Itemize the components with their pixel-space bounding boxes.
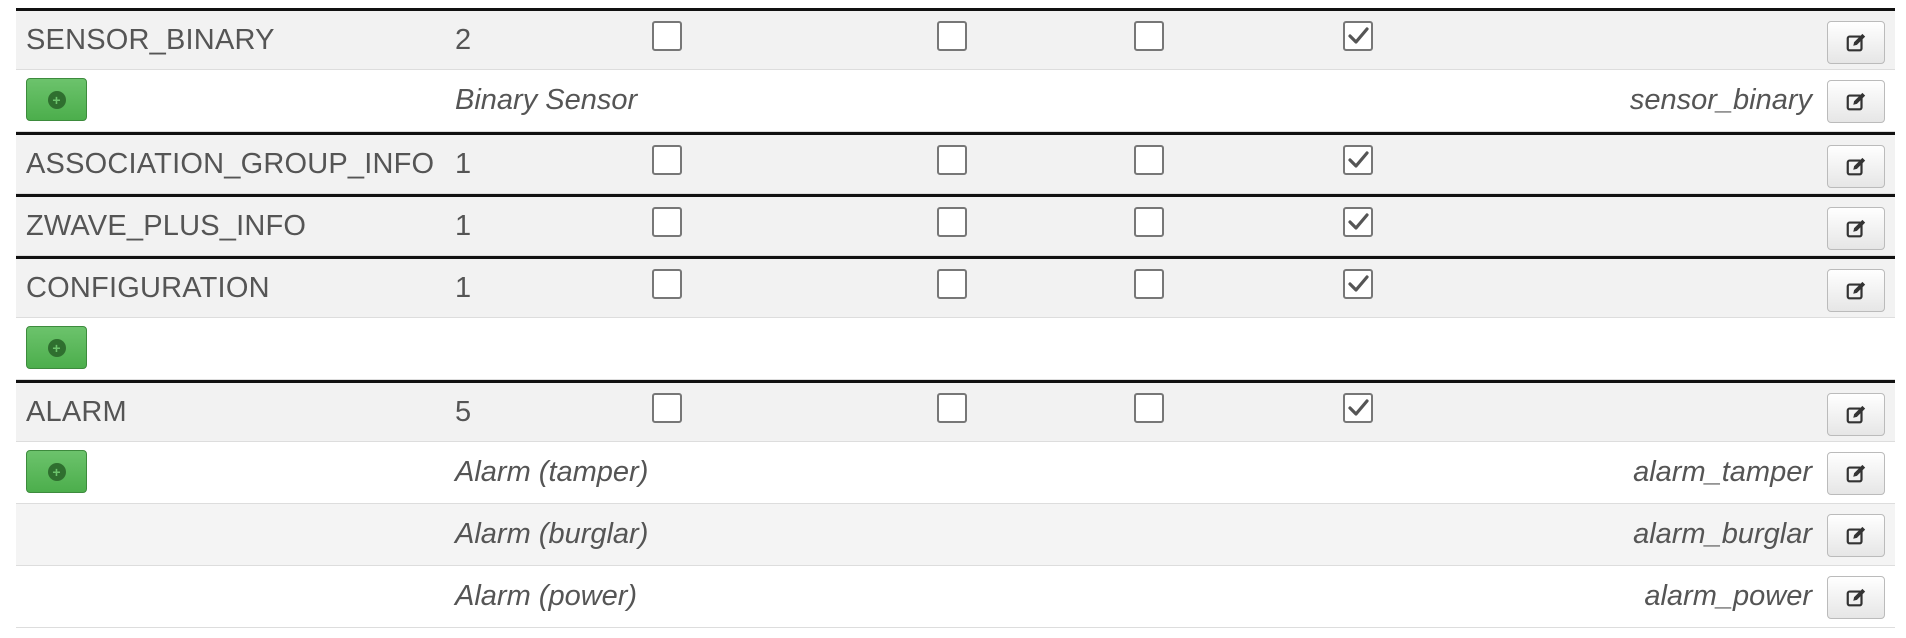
channel-id: alarm_power	[1644, 580, 1812, 612]
edit-icon	[1846, 588, 1866, 606]
option-checkbox-2[interactable]	[937, 145, 967, 175]
edit-class-button[interactable]	[1827, 393, 1885, 436]
option-checkbox-1[interactable]	[652, 21, 682, 51]
edit-class-button[interactable]	[1827, 21, 1885, 64]
command-class-version: 5	[455, 395, 472, 428]
option-checkbox-4[interactable]	[1343, 207, 1373, 237]
edit-class-button[interactable]	[1827, 207, 1885, 250]
command-class-version: 2	[455, 23, 472, 56]
command-class-name: ASSOCIATION_GROUP_INFO	[26, 147, 435, 180]
option-checkbox-4[interactable]	[1343, 145, 1373, 175]
channel-label: Alarm (power)	[455, 580, 638, 612]
command-class-version: 1	[455, 271, 472, 304]
channel-row: Alarm (burglar) alarm_burglar	[16, 504, 1895, 566]
channel-label: Alarm (tamper)	[455, 456, 649, 488]
edit-icon	[1846, 281, 1866, 299]
add-icon: +	[47, 462, 66, 481]
edit-class-button[interactable]	[1827, 269, 1885, 312]
channel-id: sensor_binary	[1629, 84, 1812, 116]
command-class-table: SENSOR_BINARY 2 + Binary Sensor sensor_binar…	[16, 8, 1895, 628]
option-checkbox-4[interactable]	[1343, 21, 1373, 51]
option-checkbox-3[interactable]	[1134, 21, 1164, 51]
edit-icon	[1846, 526, 1866, 544]
add-channel-button[interactable]: +	[26, 450, 87, 493]
option-checkbox-3[interactable]	[1134, 269, 1164, 299]
check-icon	[1348, 399, 1369, 416]
command-class-row: CONFIGURATION 1	[16, 256, 1895, 318]
check-icon	[1348, 151, 1369, 168]
channel-label: Alarm (burglar)	[455, 518, 649, 550]
command-class-name: ALARM	[26, 395, 127, 428]
edit-channel-button[interactable]	[1827, 452, 1885, 495]
option-checkbox-3[interactable]	[1134, 207, 1164, 237]
option-checkbox-3[interactable]	[1134, 145, 1164, 175]
channel-row: +	[16, 318, 1895, 380]
option-checkbox-2[interactable]	[937, 207, 967, 237]
channel-row: + Alarm (tamper) alarm_tamper	[16, 442, 1895, 504]
edit-icon	[1846, 219, 1866, 237]
command-class-version: 1	[455, 209, 472, 242]
add-channel-button[interactable]: +	[26, 326, 87, 369]
check-icon	[1348, 213, 1369, 230]
command-class-name: SENSOR_BINARY	[26, 23, 275, 56]
add-icon: +	[47, 338, 66, 357]
command-class-name: ZWAVE_PLUS_INFO	[26, 209, 307, 242]
command-class-version: 1	[455, 147, 472, 180]
option-checkbox-3[interactable]	[1134, 393, 1164, 423]
channel-id: alarm_burglar	[1633, 518, 1812, 550]
edit-icon	[1846, 157, 1866, 175]
option-checkbox-1[interactable]	[652, 393, 682, 423]
add-icon: +	[47, 90, 66, 109]
check-icon	[1348, 275, 1369, 292]
channel-id: alarm_tamper	[1633, 456, 1812, 488]
option-checkbox-2[interactable]	[937, 393, 967, 423]
channel-label: Binary Sensor	[455, 84, 638, 116]
edit-icon	[1846, 405, 1866, 423]
add-channel-button[interactable]: +	[26, 78, 87, 121]
option-checkbox-2[interactable]	[937, 269, 967, 299]
edit-channel-button[interactable]	[1827, 80, 1885, 123]
command-class-row: ALARM 5	[16, 380, 1895, 442]
option-checkbox-1[interactable]	[652, 269, 682, 299]
command-class-name: CONFIGURATION	[26, 271, 270, 304]
command-class-row: SENSOR_BINARY 2	[16, 8, 1895, 70]
option-checkbox-4[interactable]	[1343, 269, 1373, 299]
option-checkbox-4[interactable]	[1343, 393, 1373, 423]
option-checkbox-1[interactable]	[652, 207, 682, 237]
edit-class-button[interactable]	[1827, 145, 1885, 188]
channel-row: Alarm (power) alarm_power	[16, 566, 1895, 628]
edit-channel-button[interactable]	[1827, 576, 1885, 619]
edit-icon	[1846, 92, 1866, 110]
edit-icon	[1846, 464, 1866, 482]
check-icon	[1348, 27, 1369, 44]
command-class-row: ASSOCIATION_GROUP_INFO 1	[16, 132, 1895, 194]
channel-row: + Binary Sensor sensor_binary	[16, 70, 1895, 132]
option-checkbox-1[interactable]	[652, 145, 682, 175]
option-checkbox-2[interactable]	[937, 21, 967, 51]
command-class-row: ZWAVE_PLUS_INFO 1	[16, 194, 1895, 256]
edit-icon	[1846, 33, 1866, 51]
edit-channel-button[interactable]	[1827, 514, 1885, 557]
